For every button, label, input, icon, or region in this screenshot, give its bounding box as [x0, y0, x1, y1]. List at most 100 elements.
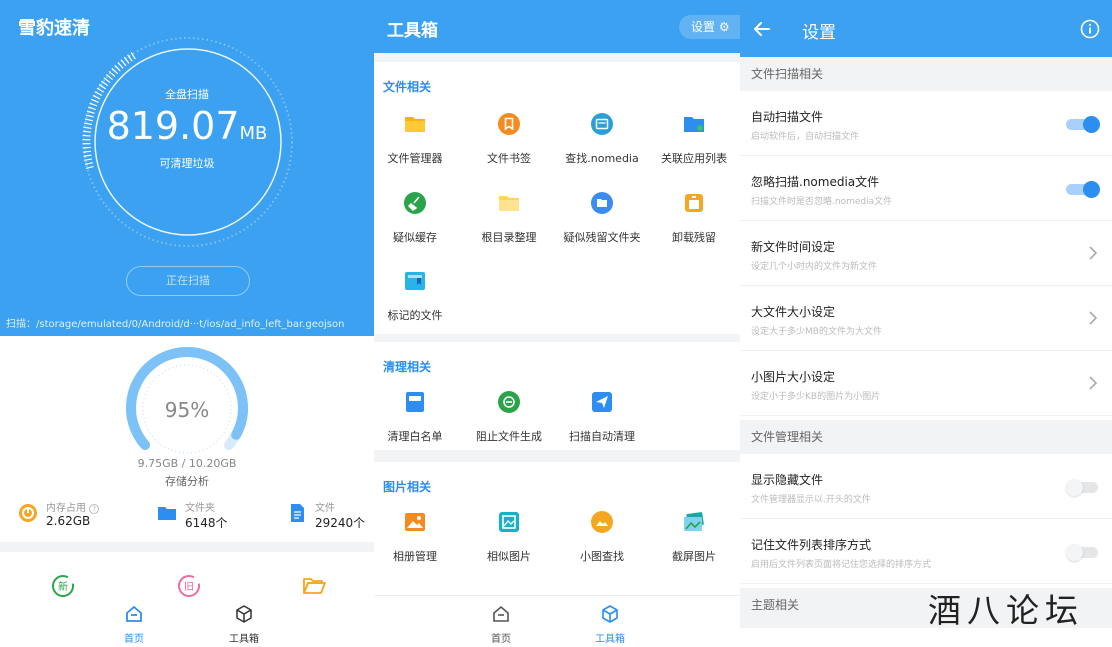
tool-block-file[interactable]: 阻止文件生成 — [463, 390, 555, 444]
tool-label: 阻止文件生成 — [476, 430, 542, 443]
tool-label: 截屏图片 — [672, 550, 716, 563]
scan-size-unit: MB — [239, 123, 268, 144]
setting-large-file-size[interactable]: 大文件大小设定 设定大于多少MB的文件为大文件 — [740, 287, 1112, 351]
category-file-manage: 文件管理相关 — [740, 420, 1112, 454]
tool-label: 查找.nomedia — [565, 152, 639, 165]
settings-header: 设置 — [740, 0, 1112, 57]
setting-small-image-size[interactable]: 小图片大小设定 设定小于多少KB的图片为小图片 — [740, 352, 1112, 416]
nav-home-label: 首页 — [491, 634, 511, 645]
tool-small-image[interactable]: 小图查找 — [556, 510, 648, 564]
section-title: 清理相关 — [383, 360, 432, 374]
marked-file-icon — [405, 272, 425, 290]
setting-title: 记住文件列表排序方式 — [751, 538, 872, 552]
scan-size-value: 819.07 — [106, 104, 240, 148]
tool-screenshot-images[interactable]: 截屏图片 — [648, 510, 740, 564]
image-icon — [405, 513, 425, 531]
home-screen: 雪豹速清 全盘扫描 819.07MB 可清理垃圾 正在扫描 扫描：/storag… — [0, 0, 374, 647]
help-icon[interactable]: ? — [89, 504, 100, 514]
tool-label: 疑似缓存 — [393, 231, 437, 244]
tool-clean-whitelist[interactable]: 清理白名单 — [374, 390, 461, 444]
tool-uninstall-residual[interactable]: 卸载残留 — [648, 191, 740, 245]
tool-album-manage[interactable]: 相册管理 — [374, 510, 461, 564]
storage-analysis-label: 存储分析 — [165, 475, 209, 488]
residual-folder-icon — [591, 192, 613, 214]
tool-associated-apps[interactable]: 关联应用列表 — [648, 112, 740, 166]
tool-label: 文件书签 — [487, 152, 531, 165]
svg-text:旧: 旧 — [184, 581, 194, 593]
nav-toolbox[interactable]: 工具箱 — [214, 604, 274, 645]
tool-marked-files[interactable]: 标记的文件 — [374, 269, 461, 323]
tool-root-organize[interactable]: 根目录整理 — [463, 191, 555, 245]
setting-title: 小图片大小设定 — [751, 370, 836, 384]
setting-ignore-nomedia[interactable]: 忽略扫描.nomedia文件 扫描文件时是否忽略.nomedia文件 — [740, 157, 1112, 221]
setting-title: 新文件时间设定 — [751, 240, 836, 254]
block-icon — [498, 391, 520, 413]
send-icon — [592, 392, 612, 412]
toolbox-screen: 工具箱 设置 ⚙ 文件相关 文件管理器 文件书签 查找.nomedia 关联应用… — [374, 0, 740, 647]
tool-file-manager[interactable]: 文件管理器 — [374, 112, 461, 166]
tool-file-bookmark[interactable]: 文件书签 — [463, 112, 555, 166]
setting-new-file-time[interactable]: 新文件时间设定 设定几个小时内的文件为新文件 — [740, 222, 1112, 286]
tool-label: 疑似残留文件夹 — [563, 231, 641, 244]
section-title: 文件相关 — [383, 80, 432, 94]
tool-find-nomedia[interactable]: 查找.nomedia — [556, 112, 648, 166]
folder-open-icon[interactable] — [302, 574, 326, 598]
setting-desc: 文件管理器显示以.开头的文件 — [751, 495, 871, 505]
setting-show-hidden[interactable]: 显示隐藏文件 文件管理器显示以.开头的文件 — [740, 455, 1112, 519]
scanning-button[interactable]: 正在扫描 — [126, 266, 250, 296]
scan-path: 扫描：/storage/emulated/0/Android/d···t/ios… — [6, 319, 345, 330]
nav-home[interactable]: 首页 — [471, 604, 531, 645]
auto-scan-toggle[interactable] — [1066, 116, 1100, 133]
storage-percent: 95% — [164, 398, 210, 422]
tool-suspected-cache[interactable]: 疑似缓存 — [374, 191, 461, 245]
setting-title: 显示隐藏文件 — [751, 473, 824, 487]
tool-label: 清理白名单 — [387, 430, 443, 443]
app-folder-icon — [684, 117, 704, 132]
storage-size: 9.75GB / 10.20GB — [137, 457, 237, 470]
old-files-icon[interactable]: 旧 — [177, 574, 201, 598]
section-file: 文件相关 文件管理器 文件书签 查找.nomedia 关联应用列表 疑似缓存 根… — [374, 62, 740, 334]
show-hidden-toggle[interactable] — [1066, 479, 1100, 496]
toolbox-title: 工具箱 — [387, 21, 438, 41]
tool-suspected-residual[interactable]: 疑似残留文件夹 — [556, 191, 648, 245]
whitelist-icon — [406, 392, 424, 412]
back-arrow-icon[interactable] — [752, 19, 772, 39]
setting-remember-sort[interactable]: 记住文件列表排序方式 启用后文件列表页面将记住您选择的排序方式 — [740, 520, 1112, 584]
memory-icon — [19, 504, 37, 522]
folder-icon — [499, 196, 519, 211]
home-bottom: 新 旧 首页 工具箱 — [0, 552, 374, 647]
chevron-right-icon — [1089, 246, 1098, 260]
folder-icon — [158, 507, 176, 520]
remember-sort-toggle[interactable] — [1066, 544, 1100, 561]
cube-icon — [602, 605, 618, 623]
tool-label: 标记的文件 — [387, 309, 443, 322]
setting-auto-scan[interactable]: 自动扫描文件 启动软件后，自动扫描文件 — [740, 92, 1112, 156]
setting-desc: 启动软件后，自动扫描文件 — [751, 132, 860, 142]
tool-label: 卸载残留 — [672, 231, 716, 244]
settings-button[interactable]: 设置 ⚙ — [679, 15, 740, 39]
storage-panel[interactable]: 95% 9.75GB / 10.20GB 存储分析 内存占用 ? 2.62GB … — [0, 336, 374, 542]
folder-value: 6148个 — [185, 516, 228, 530]
tool-label: 相册管理 — [393, 550, 437, 563]
nav-toolbox-label: 工具箱 — [229, 634, 259, 645]
nav-toolbox[interactable]: 工具箱 — [580, 604, 640, 645]
info-icon[interactable] — [1080, 19, 1100, 39]
scan-hero: 雪豹速清 全盘扫描 819.07MB 可清理垃圾 正在扫描 扫描：/storag… — [0, 0, 374, 336]
category-file-scan: 文件扫描相关 — [740, 57, 1112, 91]
section-title: 图片相关 — [383, 480, 432, 494]
setting-desc: 设定小于多少KB的图片为小图片 — [751, 392, 881, 402]
tool-label: 根目录整理 — [481, 231, 537, 244]
nav-toolbox-label: 工具箱 — [595, 634, 625, 645]
ignore-nomedia-toggle[interactable] — [1066, 181, 1100, 198]
tool-auto-clean[interactable]: 扫描自动清理 — [556, 390, 648, 444]
nav-home-label: 首页 — [124, 634, 144, 645]
settings-button-label: 设置 — [691, 20, 716, 34]
nav-home[interactable]: 首页 — [104, 604, 164, 645]
tool-label: 相似图片 — [487, 550, 531, 563]
new-files-icon[interactable]: 新 — [51, 574, 75, 598]
scan-label: 全盘扫描 — [165, 88, 209, 101]
search-file-icon — [591, 113, 613, 135]
uninstall-icon — [685, 194, 703, 212]
tool-similar-images[interactable]: 相似图片 — [463, 510, 555, 564]
tool-label: 文件管理器 — [387, 152, 443, 165]
